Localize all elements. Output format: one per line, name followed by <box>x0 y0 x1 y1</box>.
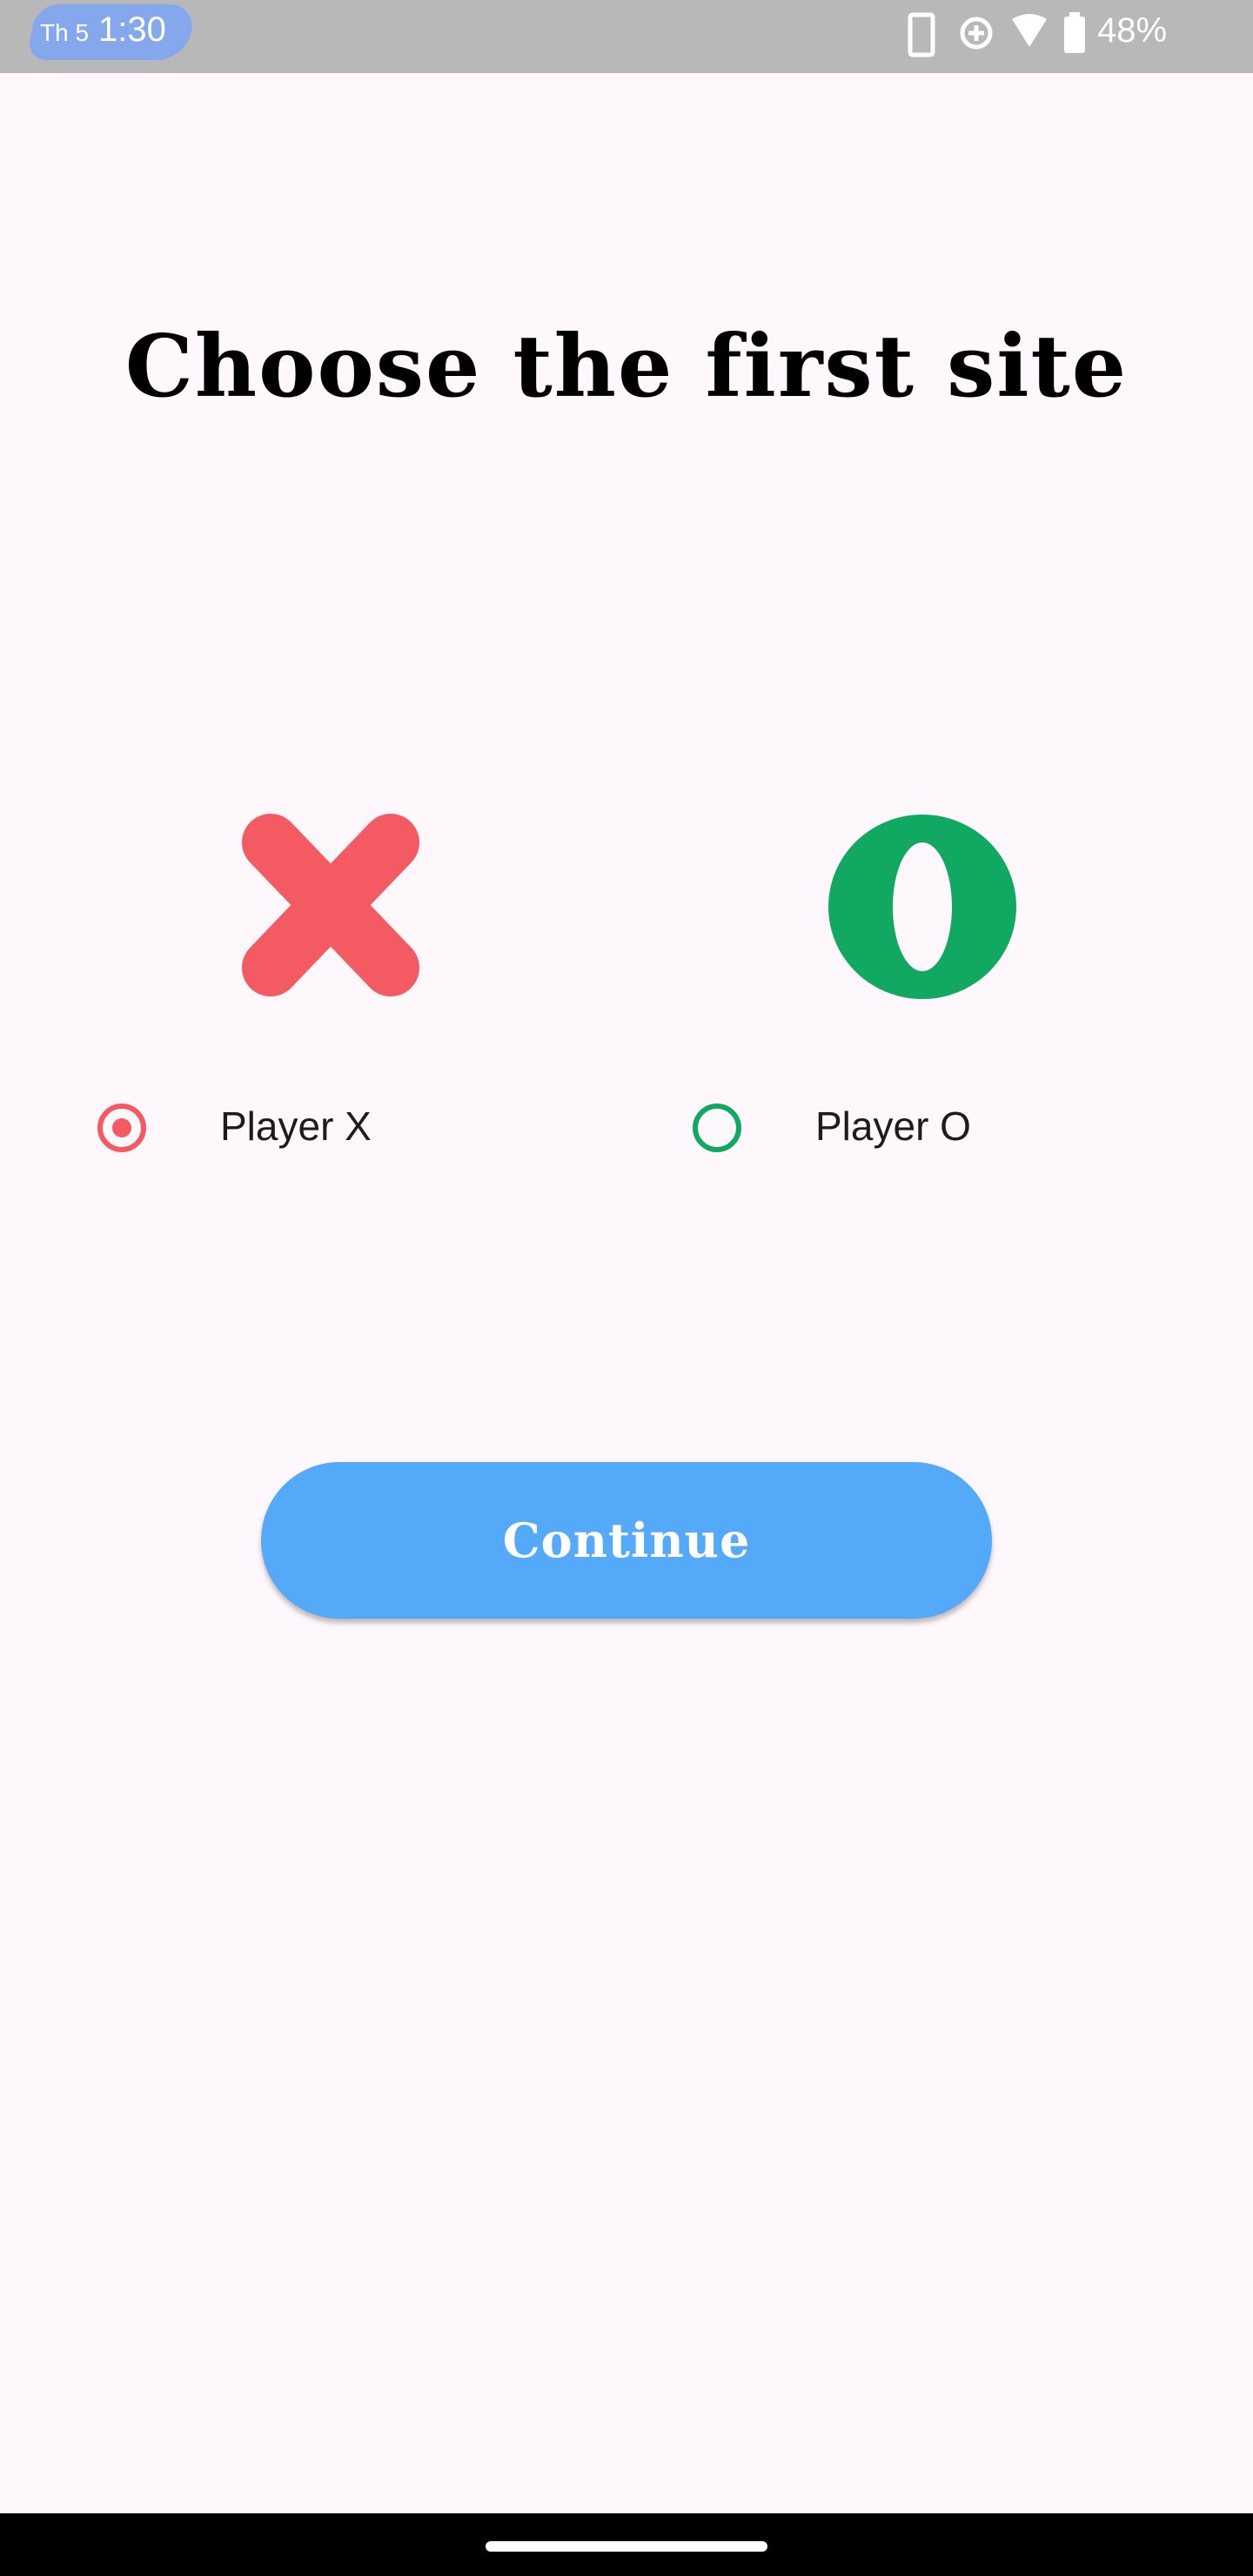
player-o-label: Player O <box>815 1104 971 1149</box>
home-gesture-handle[interactable] <box>486 2541 767 2552</box>
x-mark-icon <box>242 814 419 996</box>
player-x-option[interactable]: Player X <box>97 1097 585 1157</box>
radio-selected-dot <box>112 1118 131 1137</box>
status-day: Th 5 <box>40 19 90 46</box>
wifi-icon <box>1012 14 1047 47</box>
page-title: Choose the first site <box>124 317 1129 417</box>
player-o-radio[interactable] <box>693 1104 741 1152</box>
data-saver-icon <box>960 17 993 50</box>
player-o-option[interactable]: Player O <box>693 1097 1180 1157</box>
o-mark-icon <box>828 815 1016 999</box>
status-time: 1:30 <box>98 10 166 49</box>
continue-button[interactable]: Continue <box>261 1462 992 1619</box>
player-x-radio[interactable] <box>97 1104 146 1152</box>
continue-button-label: Continue <box>502 1513 751 1568</box>
navigation-bar <box>0 2513 1253 2576</box>
phone-icon <box>908 12 935 57</box>
player-x-label: Player X <box>220 1104 372 1149</box>
battery-icon <box>1064 12 1085 53</box>
status-bar: Th 5 1:30 48% <box>0 0 1253 73</box>
battery-percentage: 48% <box>1097 11 1168 50</box>
